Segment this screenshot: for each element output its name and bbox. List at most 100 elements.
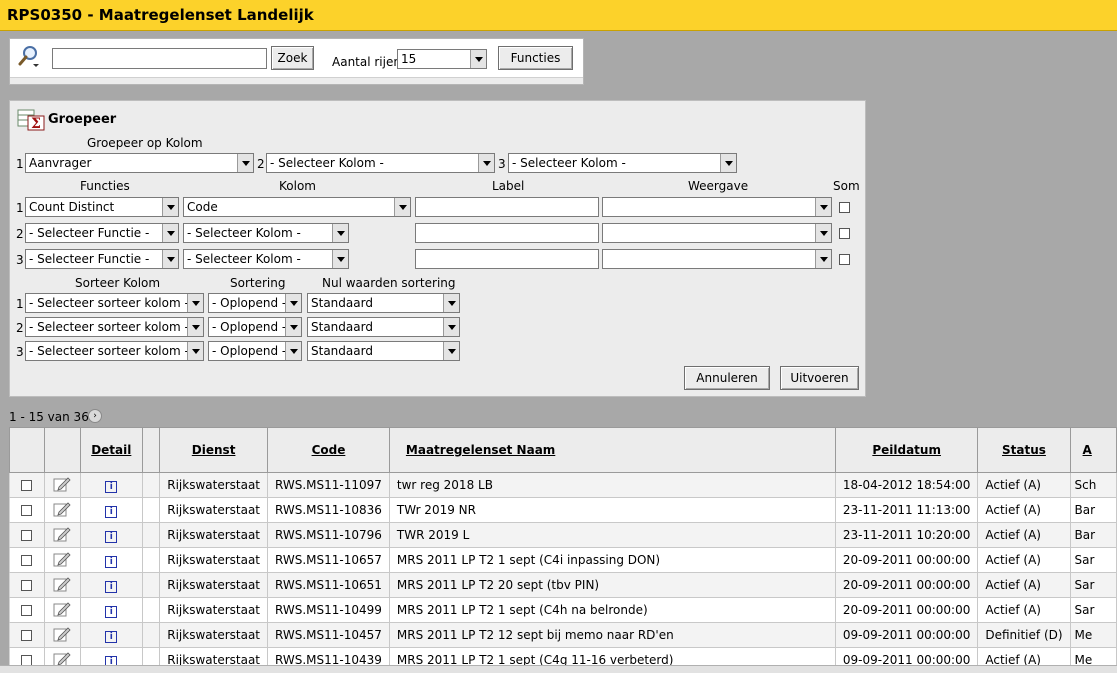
row-spacer-cell	[141, 522, 161, 548]
function-3-som-checkbox[interactable]	[839, 254, 850, 265]
peildatum-column-header[interactable]: Peildatum	[834, 427, 979, 473]
code-column-header[interactable]: Code	[267, 427, 390, 473]
function-2-select[interactable]: - Selecteer Functie -	[25, 223, 179, 243]
function-2-kolom-select[interactable]: - Selecteer Kolom -	[183, 223, 349, 243]
edit-icon[interactable]	[53, 476, 71, 492]
function-2-weergave-select[interactable]	[602, 223, 832, 243]
sort-row-number: 3	[16, 345, 24, 359]
sort-1-nul-select[interactable]: Standaard	[307, 293, 460, 313]
row-aanvrager: Sch	[1069, 472, 1117, 498]
row-peildatum: 23-11-2011 10:20:00	[834, 522, 979, 548]
chevron-down-icon	[443, 342, 459, 360]
group-col-number: 3	[498, 157, 506, 171]
row-checkbox[interactable]	[21, 605, 33, 616]
function-1-weergave-select[interactable]	[602, 197, 832, 217]
sort-2-nul-select[interactable]: Standaard	[307, 317, 460, 337]
search-input[interactable]	[52, 48, 267, 69]
function-1-kolom-select[interactable]: Code	[183, 197, 411, 217]
sort-3-kolom-select[interactable]: - Selecteer sorteer kolom -	[25, 341, 204, 361]
sort-1-sortering-select[interactable]: - Oplopend -	[208, 293, 302, 313]
row-checkbox[interactable]	[21, 505, 33, 516]
row-edit-cell	[43, 622, 81, 648]
sort-1-kolom-select[interactable]: - Selecteer sorteer kolom -	[25, 293, 204, 313]
row-status: Actief (A)	[977, 597, 1071, 623]
group-col-2-select[interactable]: - Selecteer Kolom -	[266, 153, 495, 173]
table-row[interactable]: i Rijkswaterstaat RWS.MS11-10499 MRS 2011 L…	[9, 597, 1117, 623]
functies-button[interactable]: Functies	[498, 46, 573, 70]
edit-icon[interactable]	[53, 576, 71, 592]
chevron-down-icon	[187, 294, 203, 312]
detail-column-header[interactable]: Detail	[79, 427, 143, 473]
function-1-label-input[interactable]	[415, 197, 599, 217]
row-aanvrager: Me	[1069, 622, 1117, 648]
function-2-label-input[interactable]	[415, 223, 599, 243]
table-row[interactable]: i Rijkswaterstaat RWS.MS11-11097 twr reg 20…	[9, 472, 1117, 498]
table-row[interactable]: i Rijkswaterstaat RWS.MS11-10657 MRS 2011 L…	[9, 547, 1117, 573]
sort-2-kolom-select[interactable]: - Selecteer sorteer kolom -	[25, 317, 204, 337]
rows-select[interactable]: 15	[397, 49, 487, 69]
row-checkbox[interactable]	[21, 555, 33, 566]
annuleren-button[interactable]: Annuleren	[684, 366, 770, 390]
horizontal-scrollbar[interactable]	[0, 665, 1117, 673]
sort-3-sortering-select[interactable]: - Oplopend -	[208, 341, 302, 361]
next-page-icon[interactable]: ›	[88, 409, 102, 423]
row-naam: TWr 2019 NR	[388, 497, 836, 523]
aanvrager-column-header[interactable]: A	[1069, 427, 1117, 473]
info-icon[interactable]: i	[105, 555, 118, 568]
zoek-button[interactable]: Zoek	[271, 46, 314, 70]
table-row[interactable]: i Rijkswaterstaat RWS.MS11-10651 MRS 2011 L…	[9, 572, 1117, 598]
function-2-som-checkbox[interactable]	[839, 228, 850, 239]
edit-icon[interactable]	[53, 626, 71, 642]
chevron-down-icon	[332, 224, 348, 242]
row-detail-cell: i	[79, 597, 143, 623]
row-status: Actief (A)	[977, 572, 1071, 598]
row-aanvrager: Sar	[1069, 572, 1117, 598]
group-col-3-select[interactable]: - Selecteer Kolom -	[508, 153, 737, 173]
naam-column-header[interactable]: Maatregelenset Naam	[388, 427, 836, 473]
table-row[interactable]: i Rijkswaterstaat RWS.MS11-10796 TWR 2019 L…	[9, 522, 1117, 548]
uitvoeren-button[interactable]: Uitvoeren	[780, 366, 859, 390]
info-icon[interactable]: i	[105, 505, 118, 518]
status-column-header[interactable]: Status	[977, 427, 1071, 473]
edit-icon[interactable]	[53, 551, 71, 567]
row-status: Actief (A)	[977, 547, 1071, 573]
row-detail-cell: i	[79, 497, 143, 523]
function-1-select[interactable]: Count Distinct	[25, 197, 179, 217]
dienst-column-header[interactable]: Dienst	[159, 427, 268, 473]
info-icon[interactable]: i	[105, 605, 118, 618]
row-edit-cell	[43, 472, 81, 498]
table-row[interactable]: i Rijkswaterstaat RWS.MS11-10457 MRS 2011 L…	[9, 622, 1117, 648]
spacer-column-header	[141, 427, 161, 473]
function-row-number: 2	[16, 227, 24, 241]
row-naam: MRS 2011 LP T2 1 sept (C4i inpassing DON…	[388, 547, 836, 573]
function-row-number: 1	[16, 201, 24, 215]
info-icon[interactable]: i	[105, 530, 118, 543]
function-3-select[interactable]: - Selecteer Functie -	[25, 249, 179, 269]
sort-2-sortering-select[interactable]: - Oplopend -	[208, 317, 302, 337]
row-peildatum: 20-09-2011 00:00:00	[834, 572, 979, 598]
row-checkbox[interactable]	[21, 630, 33, 641]
row-status: Actief (A)	[977, 497, 1071, 523]
sort-3-nul-select[interactable]: Standaard	[307, 341, 460, 361]
info-icon[interactable]: i	[105, 580, 118, 593]
function-3-kolom-select[interactable]: - Selecteer Kolom -	[183, 249, 349, 269]
edit-icon[interactable]	[53, 526, 71, 542]
search-toolbar: Zoek Aantal rijen 15 Functies	[9, 38, 584, 85]
function-3-label-input[interactable]	[415, 249, 599, 269]
search-options-icon[interactable]	[16, 44, 42, 70]
row-peildatum: 09-09-2011 00:00:00	[834, 622, 979, 648]
info-icon[interactable]: i	[105, 630, 118, 643]
table-header-row: Detail Dienst Code Maatregelenset Naam P…	[9, 427, 1117, 473]
group-col-1-select[interactable]: Aanvrager	[25, 153, 254, 173]
row-edit-cell	[43, 597, 81, 623]
row-checkbox[interactable]	[21, 480, 33, 491]
edit-icon[interactable]	[53, 501, 71, 517]
row-checkbox[interactable]	[21, 580, 33, 591]
edit-icon[interactable]	[53, 601, 71, 617]
info-icon[interactable]: i	[105, 480, 118, 493]
function-1-som-checkbox[interactable]	[839, 202, 850, 213]
function-3-weergave-select[interactable]	[602, 249, 832, 269]
table-row[interactable]: i Rijkswaterstaat RWS.MS11-10836 TWr 2019 N…	[9, 497, 1117, 523]
row-dienst: Rijkswaterstaat	[159, 597, 268, 623]
row-checkbox[interactable]	[21, 530, 33, 541]
